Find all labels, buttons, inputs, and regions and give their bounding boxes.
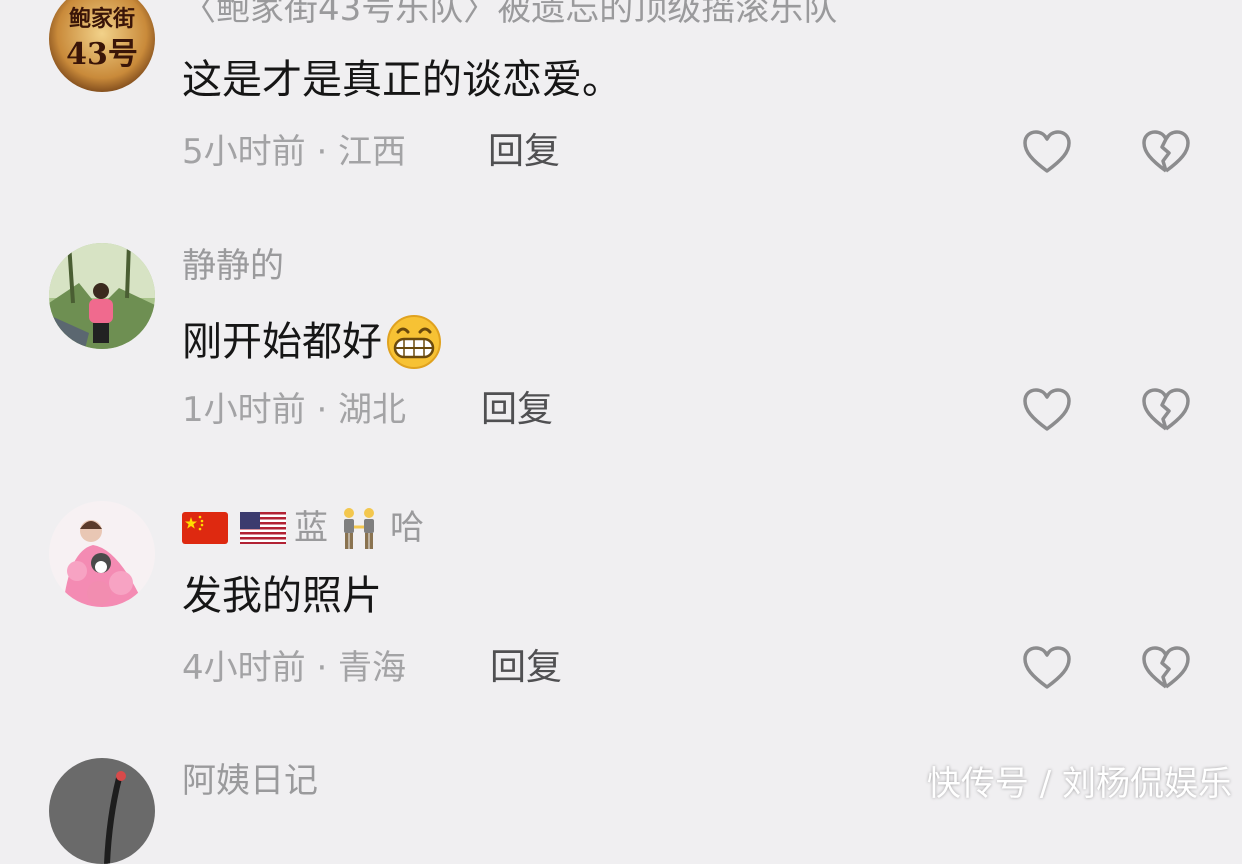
like-button[interactable] <box>1022 387 1072 433</box>
comment-meta: 5小时前 · 江西 <box>182 132 407 172</box>
comment-username[interactable]: 阿姨日记 <box>182 764 318 798</box>
heart-outline-icon <box>1023 646 1071 689</box>
reply-button[interactable]: 回复 <box>481 392 553 428</box>
comment-username[interactable]: 蓝 哈 <box>182 505 424 551</box>
comment-text: 刚开始都好 <box>182 314 444 370</box>
like-button[interactable] <box>1022 645 1072 691</box>
avatar[interactable] <box>49 758 155 864</box>
dislike-button[interactable] <box>1141 387 1191 433</box>
avatar[interactable] <box>49 243 155 349</box>
watermark: 快传号 / 刘杨侃娱乐 <box>926 764 1232 804</box>
heart-outline-icon <box>1023 130 1071 173</box>
comment-meta: 4小时前 · 青海 <box>182 648 407 688</box>
comment-text: 这是才是真正的谈恋爱。 <box>182 57 622 103</box>
heart-outline-icon <box>1023 388 1071 431</box>
broken-heart-icon <box>1142 388 1190 431</box>
usa-flag-icon <box>240 512 286 544</box>
grinning-face-icon <box>384 314 444 370</box>
comment-username[interactable]: 〈鲍家街43号乐队〉被遗忘的顶级摇滚乐队 <box>182 0 837 26</box>
dislike-button[interactable] <box>1141 645 1191 691</box>
avatar[interactable] <box>49 501 155 607</box>
avatar[interactable]: 鲍家街 43号 <box>49 0 155 92</box>
comment-text: 发我的照片 <box>182 573 382 619</box>
broken-heart-icon <box>1142 646 1190 689</box>
china-flag-icon <box>182 512 228 544</box>
avatar-logo-text: 鲍家街 <box>69 6 135 32</box>
svg-text:43号: 43号 <box>66 37 138 72</box>
two-men-holding-hands-icon <box>336 505 382 551</box>
broken-heart-icon <box>1142 130 1190 173</box>
comment-username[interactable]: 静静的 <box>182 249 284 283</box>
reply-button[interactable]: 回复 <box>490 650 562 686</box>
reply-button[interactable]: 回复 <box>488 134 560 170</box>
dislike-button[interactable] <box>1141 129 1191 175</box>
like-button[interactable] <box>1022 129 1072 175</box>
comment-meta: 1小时前 · 湖北 <box>182 390 407 430</box>
